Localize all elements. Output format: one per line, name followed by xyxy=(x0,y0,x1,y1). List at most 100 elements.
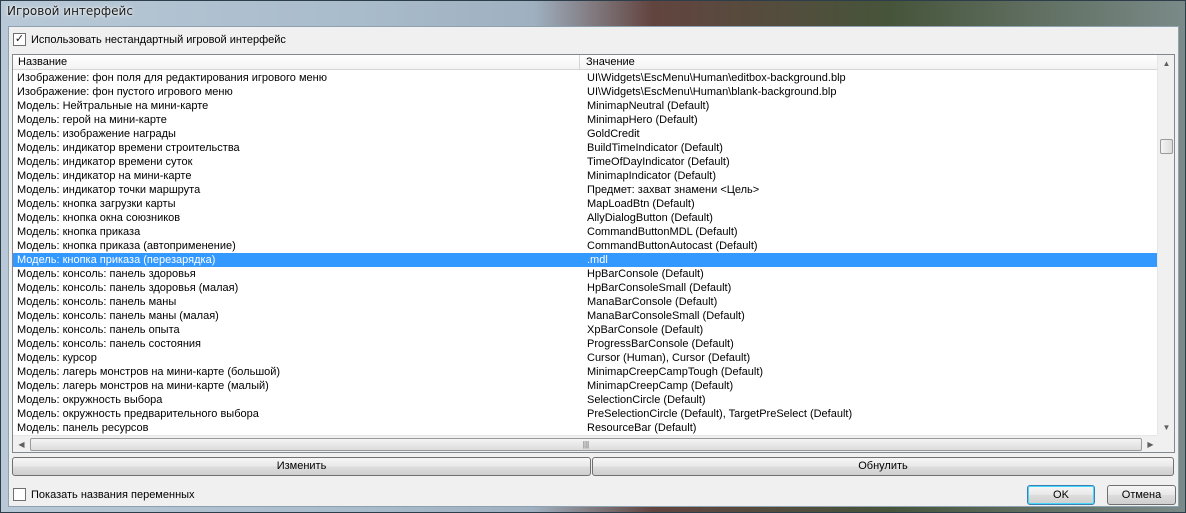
horizontal-scrollbar[interactable]: ◀ ||| ▶ xyxy=(13,435,1159,452)
reset-button[interactable]: Обнулить xyxy=(592,457,1174,476)
row-name-cell: Модель: панель ресурсов xyxy=(17,422,149,434)
column-header-value[interactable]: Значение xyxy=(581,55,1159,70)
row-value-cell: MinimapCreepCamp (Default) xyxy=(587,380,734,392)
scroll-up-icon[interactable]: ▲ xyxy=(1158,55,1174,72)
horizontal-scroll-thumb[interactable]: ||| xyxy=(30,438,1142,451)
row-name-cell: Изображение: фон поля для редактирования… xyxy=(17,72,327,84)
table-row[interactable]: Модель: консоль: панель здоровья HpBarCon… xyxy=(13,267,1159,281)
row-name-cell: Модель: Нейтральные на мини-карте xyxy=(17,100,209,112)
row-value-cell: MinimapIndicator (Default) xyxy=(587,170,716,182)
row-value-cell: CommandButtonAutocast (Default) xyxy=(587,240,758,252)
table-row[interactable]: Модель: Нейтральные на мини-карте Minimap… xyxy=(13,99,1159,113)
table-row[interactable]: Модель: индикатор времени строительства B… xyxy=(13,141,1159,155)
row-name-cell: Модель: консоль: панель маны xyxy=(17,296,177,308)
row-value-cell: HpBarConsoleSmall (Default) xyxy=(587,282,732,294)
row-name-cell: Модель: лагерь монстров на мини-карте (м… xyxy=(17,380,269,392)
row-value-cell: ProgressBarConsole (Default) xyxy=(587,338,734,350)
row-name-cell: Модель: консоль: панель состояния xyxy=(17,338,201,350)
list-rows: Изображение: фон поля для редактирования… xyxy=(13,71,1159,435)
row-name-cell: Модель: окружность выбора xyxy=(17,394,163,406)
row-value-cell: .mdl xyxy=(587,254,608,266)
change-button[interactable]: Изменить xyxy=(12,457,591,476)
column-header-name[interactable]: Название xyxy=(13,55,580,70)
table-row[interactable]: Модель: окружность предварительного выбо… xyxy=(13,407,1159,421)
row-value-cell: MapLoadBtn (Default) xyxy=(587,198,695,210)
row-value-cell: SelectionCircle (Default) xyxy=(587,394,706,406)
table-row[interactable]: Изображение: фон пустого игрового меню UI… xyxy=(13,85,1159,99)
vertical-scroll-thumb[interactable] xyxy=(1160,139,1173,154)
scrollbar-corner xyxy=(1157,435,1174,452)
checkbox-box[interactable] xyxy=(13,488,26,501)
row-name-cell: Модель: окружность предварительного выбо… xyxy=(17,408,259,420)
row-value-cell: ResourceBar (Default) xyxy=(587,422,697,434)
table-row[interactable]: Модель: консоль: панель состояния Progres… xyxy=(13,337,1159,351)
scroll-left-icon[interactable]: ◀ xyxy=(13,436,30,452)
row-name-cell: Модель: индикатор времени строительства xyxy=(17,142,240,154)
row-name-cell: Модель: индикатор времени суток xyxy=(17,156,193,168)
table-row[interactable]: Модель: кнопка загрузки карты MapLoadBtn … xyxy=(13,197,1159,211)
ok-button[interactable]: OK xyxy=(1027,485,1095,505)
row-name-cell: Изображение: фон пустого игрового меню xyxy=(17,86,233,98)
table-row[interactable]: Модель: кнопка окна союзников AllyDialogB… xyxy=(13,211,1159,225)
row-value-cell: BuildTimeIndicator (Default) xyxy=(587,142,723,154)
table-row[interactable]: Модель: индикатор на мини-карте MinimapIn… xyxy=(13,169,1159,183)
table-row[interactable]: Модель: консоль: панель маны (малая) Mana… xyxy=(13,309,1159,323)
row-name-cell: Модель: кнопка приказа (автоприменение) xyxy=(17,240,236,252)
table-row[interactable]: Модель: кнопка приказа (перезарядка) .mdl xyxy=(13,253,1159,267)
row-name-cell: Модель: герой на мини-карте xyxy=(17,114,167,126)
row-value-cell: HpBarConsole (Default) xyxy=(587,268,704,280)
row-value-cell: UI\Widgets\EscMenu\Human\blank-backgroun… xyxy=(587,86,837,98)
row-name-cell: Модель: консоль: панель здоровья xyxy=(17,268,196,280)
row-value-cell: MinimapHero (Default) xyxy=(587,114,698,126)
row-value-cell: MinimapNeutral (Default) xyxy=(587,100,710,112)
row-value-cell: Cursor (Human), Cursor (Default) xyxy=(587,352,751,364)
table-row[interactable]: Модель: курсор Cursor (Human), Cursor (De… xyxy=(13,351,1159,365)
show-variable-names-label: Показать названия переменных xyxy=(31,488,195,501)
row-name-cell: Модель: консоль: панель опыта xyxy=(17,324,180,336)
game-interface-dialog: Игровой интерфейс ✓ Использовать нестанд… xyxy=(0,0,1186,513)
cancel-button[interactable]: Отмена xyxy=(1107,485,1176,505)
use-custom-interface-label: Использовать нестандартный игровой интер… xyxy=(31,33,286,46)
row-name-cell: Модель: кнопка окна союзников xyxy=(17,212,181,224)
row-value-cell: UI\Widgets\EscMenu\Human\editbox-backgro… xyxy=(587,72,846,84)
scroll-down-icon[interactable]: ▼ xyxy=(1158,419,1174,436)
row-value-cell: AllyDialogButton (Default) xyxy=(587,212,713,224)
row-value-cell: ManaBarConsoleSmall (Default) xyxy=(587,310,745,322)
table-row[interactable]: Модель: индикатор времени суток TimeOfDay… xyxy=(13,155,1159,169)
checkbox-check-icon[interactable]: ✓ xyxy=(13,33,26,46)
show-variable-names-checkbox[interactable]: Показать названия переменных xyxy=(13,488,195,501)
table-row[interactable]: Модель: окружность выбора SelectionCircle… xyxy=(13,393,1159,407)
window-title: Игровой интерфейс xyxy=(7,4,133,18)
table-row[interactable]: Модель: консоль: панель здоровья (малая)… xyxy=(13,281,1159,295)
table-row[interactable]: Модель: панель ресурсов ResourceBar (Defa… xyxy=(13,421,1159,435)
use-custom-interface-checkbox[interactable]: ✓ Использовать нестандартный игровой инт… xyxy=(13,33,286,46)
table-row[interactable]: Модель: герой на мини-карте MinimapHero (… xyxy=(13,113,1159,127)
row-name-cell: Модель: изображение награды xyxy=(17,128,176,140)
row-name-cell: Модель: консоль: панель маны (малая) xyxy=(17,310,219,322)
table-row[interactable]: Модель: консоль: панель опыта XpBarConsol… xyxy=(13,323,1159,337)
interface-properties-list[interactable]: Название Значение Изображение: фон поля … xyxy=(12,54,1175,453)
table-row[interactable]: Модель: лагерь монстров на мини-карте (б… xyxy=(13,365,1159,379)
row-value-cell: CommandButtonMDL (Default) xyxy=(587,226,738,238)
row-name-cell: Модель: консоль: панель здоровья (малая) xyxy=(17,282,239,294)
table-row[interactable]: Модель: консоль: панель маны ManaBarConso… xyxy=(13,295,1159,309)
table-row[interactable]: Модель: кнопка приказа (автоприменение) C… xyxy=(13,239,1159,253)
vertical-scrollbar[interactable]: ▲ ▼ xyxy=(1157,55,1174,436)
row-value-cell: GoldCredit xyxy=(587,128,640,140)
table-row[interactable]: Модель: изображение награды GoldCredit xyxy=(13,127,1159,141)
table-row[interactable]: Модель: лагерь монстров на мини-карте (м… xyxy=(13,379,1159,393)
row-value-cell: MinimapCreepCampTough (Default) xyxy=(587,366,764,378)
table-row[interactable]: Модель: индикатор точки маршрута Предмет:… xyxy=(13,183,1159,197)
list-header: Название Значение xyxy=(13,55,1159,70)
table-row[interactable]: Модель: кнопка приказа CommandButtonMDL (… xyxy=(13,225,1159,239)
row-value-cell: ManaBarConsole (Default) xyxy=(587,296,718,308)
row-value-cell: PreSelectionCircle (Default), TargetPreS… xyxy=(587,408,853,420)
row-value-cell: XpBarConsole (Default) xyxy=(587,324,704,336)
table-row[interactable]: Изображение: фон поля для редактирования… xyxy=(13,71,1159,85)
row-value-cell: TimeOfDayIndicator (Default) xyxy=(587,156,730,168)
row-name-cell: Модель: кнопка приказа (перезарядка) xyxy=(17,254,216,266)
row-name-cell: Модель: курсор xyxy=(17,352,97,364)
scroll-grip-icon: ||| xyxy=(582,440,590,449)
dialog-client-area: ✓ Использовать нестандартный игровой инт… xyxy=(8,26,1179,507)
row-name-cell: Модель: индикатор точки маршрута xyxy=(17,184,201,196)
